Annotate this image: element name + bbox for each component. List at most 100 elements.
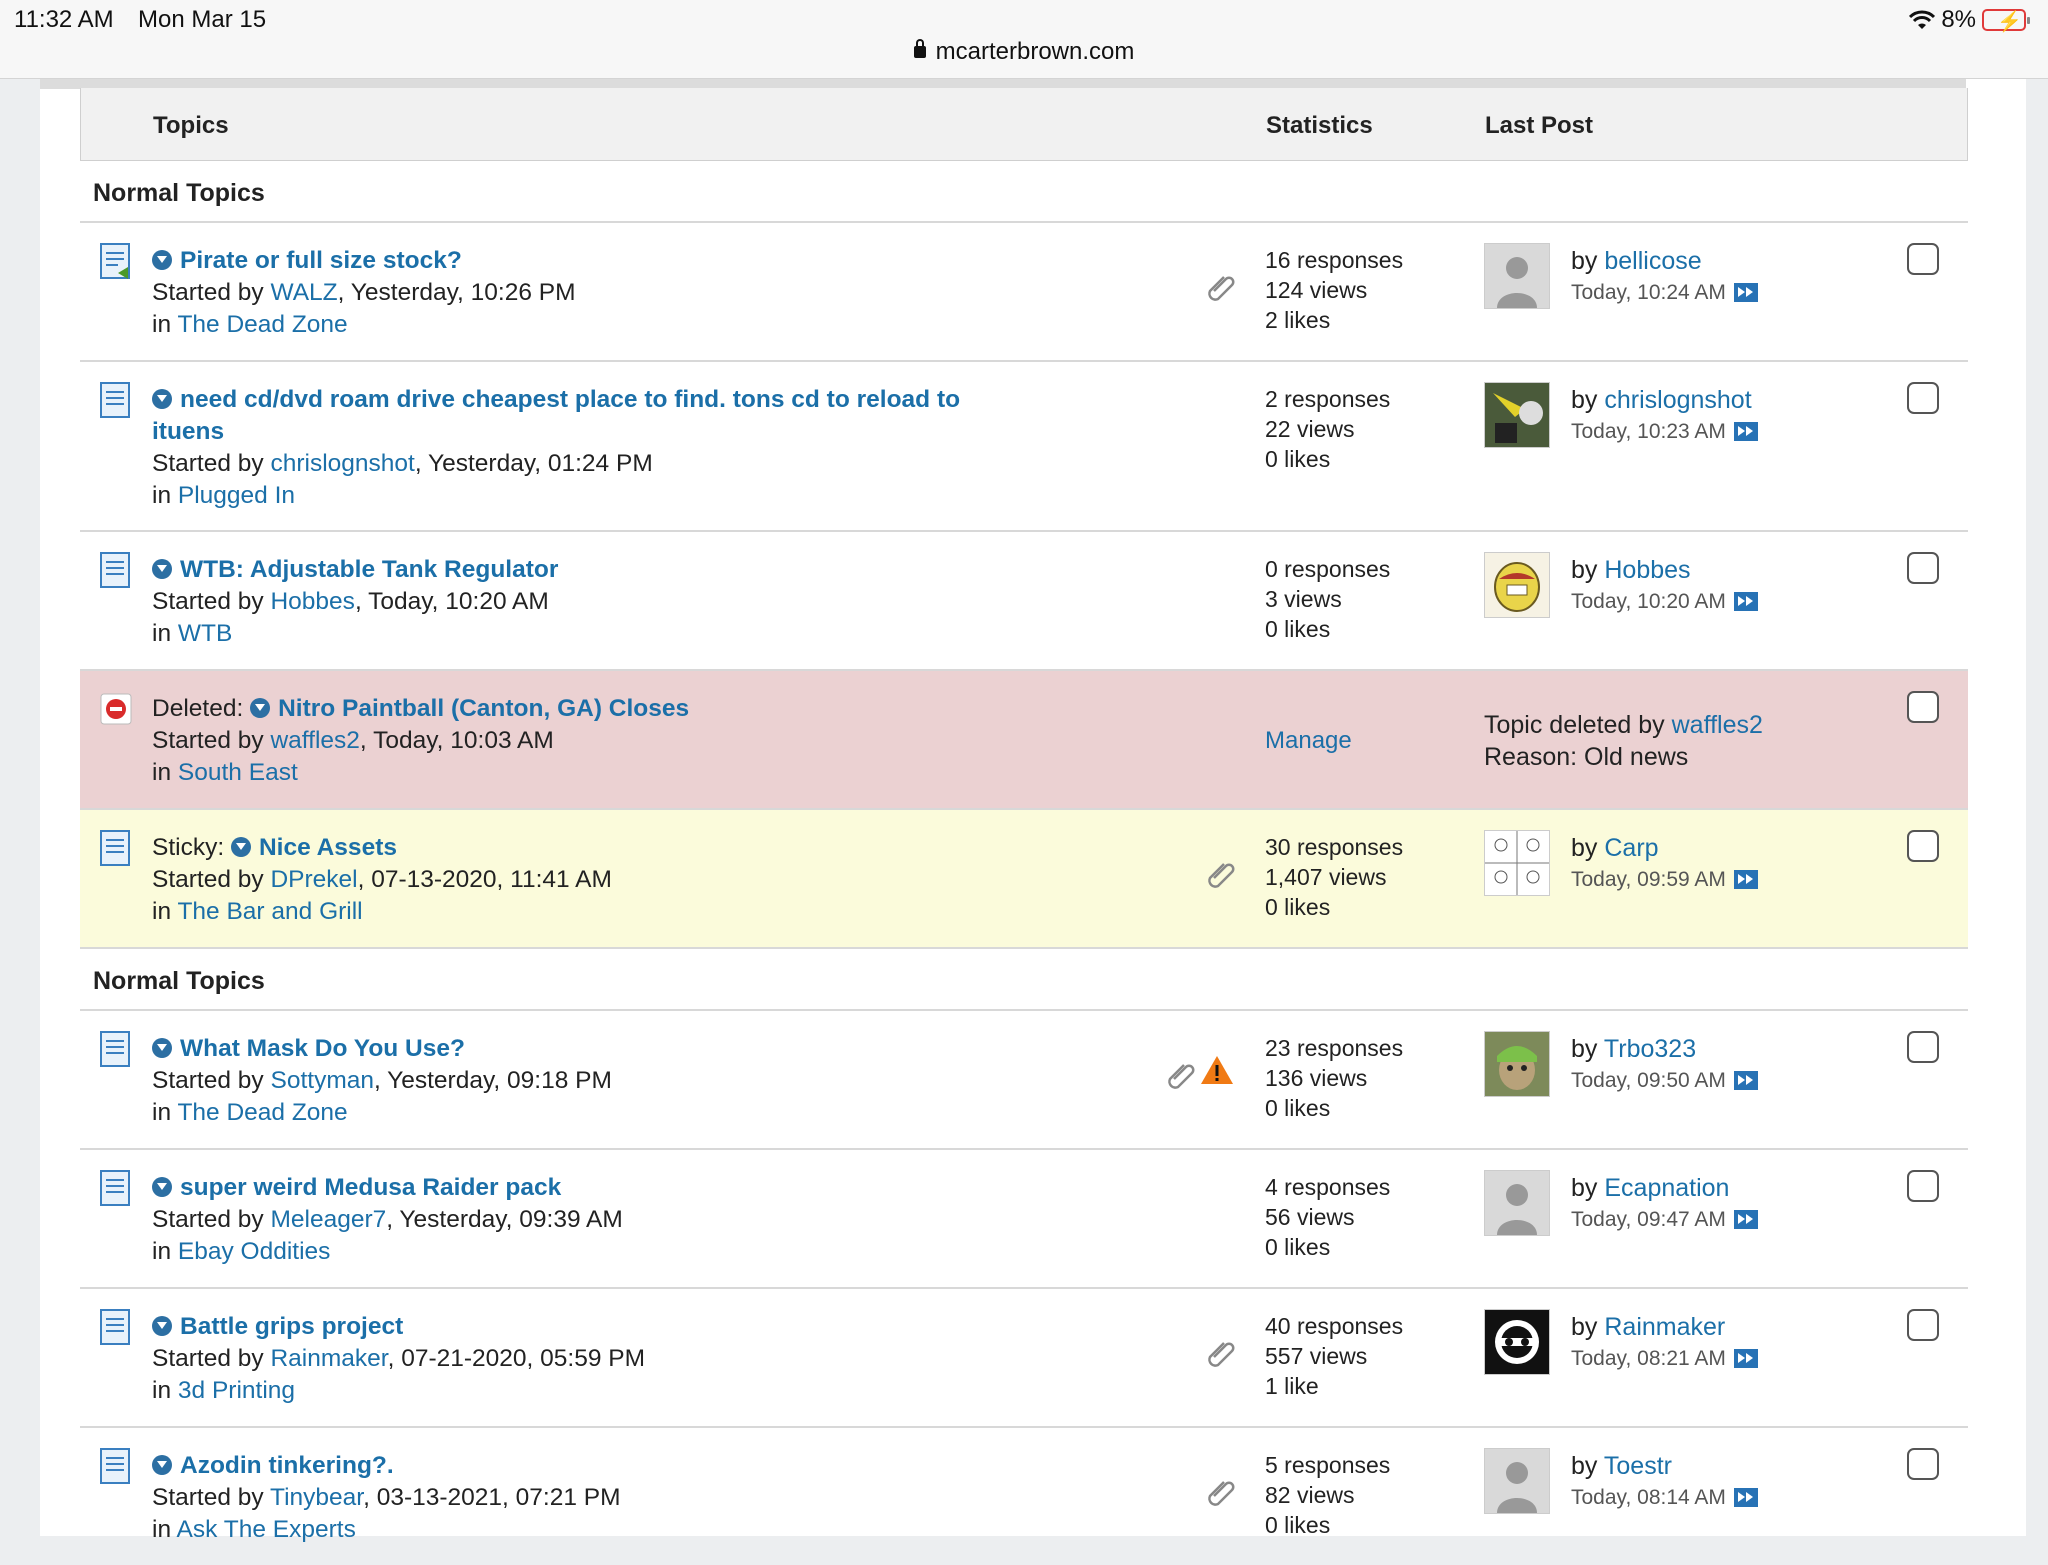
last-post-time: Today, 10:23 AM	[1571, 420, 1726, 443]
select-checkbox[interactable]	[1907, 243, 1939, 275]
paperclip-icon	[1208, 1481, 1235, 1506]
started-time: , Today, 10:03 AM	[359, 727, 554, 754]
cartoon-avatar[interactable]	[1484, 552, 1550, 618]
preview-icon[interactable]	[152, 250, 172, 270]
go-to-last-post-icon[interactable]	[1733, 1349, 1758, 1368]
author-link[interactable]: Hobbes	[270, 588, 354, 615]
go-to-last-post-icon[interactable]	[1733, 1071, 1758, 1090]
responses-count: 2 responses	[1265, 386, 1391, 412]
last-post: by Rainmaker Today, 08:21 AM	[1571, 1311, 1758, 1375]
last-post-user[interactable]: bellicose	[1604, 247, 1701, 275]
cat-avatar[interactable]	[1484, 1031, 1550, 1097]
select-checkbox[interactable]	[1907, 830, 1939, 862]
topic-title[interactable]: Nitro Paintball (Canton, GA) Closes	[278, 695, 689, 722]
url-bar[interactable]: mcarterbrown.com	[0, 38, 2048, 66]
go-to-last-post-icon[interactable]	[1733, 1488, 1758, 1507]
last-post-user[interactable]: Trbo323	[1604, 1035, 1696, 1063]
go-to-last-post-icon[interactable]	[1733, 422, 1758, 441]
topic-title[interactable]: need cd/dvd roam drive cheapest place to…	[152, 386, 960, 445]
forum-link[interactable]: The Dead Zone	[177, 1099, 347, 1126]
preview-icon[interactable]	[250, 698, 271, 718]
topic-title[interactable]: Azodin tinkering?.	[180, 1452, 394, 1479]
select-checkbox[interactable]	[1907, 1031, 1939, 1063]
section-header: Normal Topics	[80, 949, 1968, 1011]
select-checkbox[interactable]	[1907, 1309, 1939, 1341]
topic-title[interactable]: super weird Medusa Raider pack	[180, 1174, 561, 1201]
preview-icon[interactable]	[230, 837, 251, 857]
topic-stats: 2 responses 22 views 0 likes	[1265, 384, 1390, 474]
forum-link[interactable]: Plugged In	[178, 482, 295, 509]
paperclip-icon	[1208, 276, 1235, 301]
preview-icon[interactable]	[152, 1177, 172, 1197]
col-topics[interactable]: Topics	[153, 112, 229, 140]
last-post-user[interactable]: Ecapnation	[1604, 1174, 1729, 1202]
select-checkbox[interactable]	[1907, 1170, 1939, 1202]
topic-stats: 5 responses 82 views 0 likes	[1265, 1450, 1390, 1540]
forum-link[interactable]: South East	[178, 759, 298, 786]
col-statistics[interactable]: Statistics	[1266, 112, 1373, 140]
manage-link[interactable]: Manage	[1265, 727, 1352, 755]
author-link[interactable]: WALZ	[270, 279, 337, 306]
topic-info: Battle grips project Started by Rainmake…	[152, 1311, 1012, 1407]
views-count: 82 views	[1265, 1482, 1355, 1508]
author-link[interactable]: DPrekel	[270, 866, 357, 893]
photo-avatar[interactable]	[1484, 382, 1550, 448]
started-label: Started by	[152, 1484, 271, 1511]
go-to-last-post-icon[interactable]	[1733, 592, 1758, 611]
by-label: by	[1571, 1035, 1604, 1063]
preview-icon[interactable]	[152, 1038, 172, 1058]
topic-icon	[100, 552, 130, 588]
forum-link[interactable]: WTB	[178, 620, 232, 647]
last-post: by Hobbes Today, 10:20 AM	[1571, 554, 1758, 618]
last-post-user[interactable]: chrislognshot	[1604, 386, 1751, 414]
forum-link[interactable]: Ebay Oddities	[178, 1238, 331, 1265]
forum-link[interactable]: The Bar and Grill	[177, 898, 362, 925]
topic-title[interactable]: Pirate or full size stock?	[180, 247, 462, 274]
topic-row: need cd/dvd roam drive cheapest place to…	[80, 362, 1968, 532]
author-link[interactable]: Meleager7	[270, 1206, 386, 1233]
select-checkbox[interactable]	[1907, 1448, 1939, 1480]
topic-icon	[100, 1309, 130, 1345]
author-link[interactable]: Sottyman	[270, 1067, 374, 1094]
forum-link[interactable]: 3d Printing	[178, 1377, 295, 1404]
in-label: in	[152, 482, 178, 509]
go-to-last-post-icon[interactable]	[1733, 283, 1758, 302]
logo-avatar[interactable]	[1484, 1309, 1550, 1375]
default-avatar[interactable]	[1484, 1448, 1550, 1514]
author-link[interactable]: chrislognshot	[270, 450, 414, 477]
last-post-user[interactable]: Hobbes	[1604, 556, 1690, 584]
sketch-avatar[interactable]	[1484, 830, 1550, 896]
in-label: in	[152, 1099, 178, 1126]
last-post-user[interactable]: Rainmaker	[1604, 1313, 1725, 1341]
topic-title[interactable]: WTB: Adjustable Tank Regulator	[180, 556, 558, 583]
started-label: Started by	[152, 866, 271, 893]
forum-link[interactable]: The Dead Zone	[177, 311, 347, 338]
preview-icon[interactable]	[152, 1455, 172, 1475]
author-link[interactable]: Rainmaker	[270, 1345, 387, 1372]
forum-link[interactable]: Ask The Experts	[177, 1516, 356, 1543]
preview-icon[interactable]	[152, 389, 172, 409]
deleted-by-user[interactable]: waffles2	[1672, 711, 1763, 739]
topic-title[interactable]: Nice Assets	[259, 834, 397, 861]
topic-title[interactable]: What Mask Do You Use?	[180, 1035, 465, 1062]
select-checkbox[interactable]	[1907, 552, 1939, 584]
author-link[interactable]: waffles2	[270, 727, 359, 754]
preview-icon[interactable]	[152, 559, 172, 579]
topic-info: super weird Medusa Raider pack Started b…	[152, 1172, 1012, 1268]
topic-stats: 4 responses 56 views 0 likes	[1265, 1172, 1390, 1262]
select-checkbox[interactable]	[1907, 382, 1939, 414]
topic-title[interactable]: Battle grips project	[180, 1313, 403, 1340]
default-avatar[interactable]	[1484, 1170, 1550, 1236]
author-link[interactable]: Tinybear	[270, 1484, 363, 1511]
go-to-last-post-icon[interactable]	[1733, 1210, 1758, 1229]
battery-percent: 8%	[1941, 6, 1976, 33]
by-label: by	[1571, 1452, 1604, 1480]
preview-icon[interactable]	[152, 1316, 172, 1336]
go-to-last-post-icon[interactable]	[1733, 870, 1758, 889]
select-checkbox[interactable]	[1907, 691, 1939, 723]
default-avatar[interactable]	[1484, 243, 1550, 309]
col-last-post[interactable]: Last Post	[1485, 112, 1593, 140]
last-post-user[interactable]: Carp	[1604, 834, 1658, 862]
table-header: Topics Statistics Last Post	[80, 88, 1968, 161]
last-post-user[interactable]: Toestr	[1604, 1452, 1672, 1480]
